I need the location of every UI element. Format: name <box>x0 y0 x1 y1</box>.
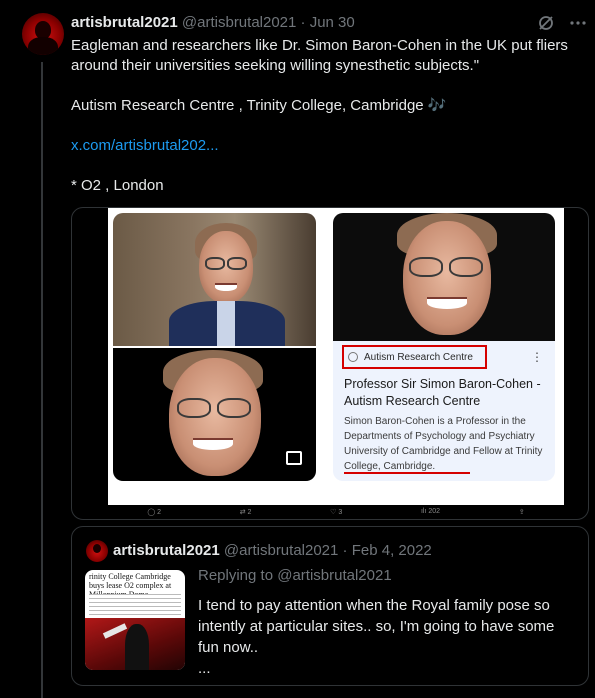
smile <box>215 283 237 291</box>
avatar-silhouette-body <box>28 37 58 55</box>
glasses <box>449 257 483 277</box>
quote-thumbnail[interactable]: rinity College Cambridge buys lease O2 c… <box>85 570 185 670</box>
shirt <box>217 301 235 346</box>
grok-icon[interactable] <box>537 14 555 37</box>
quote-line: intently at particular sites.. so, I'm g… <box>198 618 555 635</box>
stat-replies: ◯ 2 <box>147 509 162 516</box>
quoted-tweet[interactable]: artisbrutal2021 @artisbrutal2021 · Feb 4… <box>71 526 589 686</box>
quote-author-name[interactable]: artisbrutal2021 <box>113 542 220 559</box>
tweet-line: Eagleman and researchers like Dr. Simon … <box>71 37 568 54</box>
quote-line: fun now.. <box>198 639 259 656</box>
avatar-silhouette-head <box>93 544 101 553</box>
source-label: Autism Research Centre <box>364 351 473 363</box>
tweet-line <box>71 156 587 176</box>
tweet-date[interactable]: · Jun 30 <box>301 14 355 31</box>
tweet-line <box>71 116 587 136</box>
tweet-header-actions <box>537 14 587 37</box>
quote-author-avatar[interactable] <box>86 540 108 562</box>
tweet-line: around their universities seeking willin… <box>71 57 480 74</box>
thumbnail-person <box>125 624 149 670</box>
photo-portrait-search <box>333 213 555 341</box>
stat-likes: ♡ 3 <box>330 509 343 516</box>
face <box>403 221 491 335</box>
smile <box>193 438 233 450</box>
tweet-line <box>71 76 587 96</box>
photo-portrait-closeup <box>113 348 316 481</box>
stat-reposts: ⇄ 2 <box>239 509 252 516</box>
author-avatar[interactable] <box>22 13 64 55</box>
stat-share: ⇪ <box>518 509 525 516</box>
glasses <box>177 398 211 418</box>
source-highlight-box: Autism Research Centre <box>342 345 487 369</box>
card-title: Professor Sir Simon Baron-Cohen - Autism… <box>344 377 541 408</box>
quote-date[interactable]: · Feb 4, 2022 <box>343 542 432 559</box>
card-description: Simon Baron-Cohen is a Professor in the … <box>344 416 543 472</box>
face <box>169 358 261 476</box>
tweet-media[interactable]: Autism Research Centre ⋮ Professor Sir S… <box>71 207 589 520</box>
stat-views: ılı 202 <box>420 508 441 515</box>
quote-line: I tend to pay attention when the Royal f… <box>198 597 550 614</box>
search-result-card: Autism Research Centre ⋮ Professor Sir S… <box>333 341 555 481</box>
replying-to: Replying to @artisbrutal2021 <box>198 567 392 584</box>
glasses <box>227 257 247 270</box>
screenshot-stats-row: ◯ 2 ⇄ 2 ♡ 3 ılı 202 ⇪ <box>108 508 564 516</box>
tweet-body: Eagleman and researchers like Dr. Simon … <box>71 36 587 196</box>
card-more-icon: ⋮ <box>531 350 543 364</box>
more-dots-icon[interactable] <box>569 14 587 37</box>
media-screenshot: Autism Research Centre ⋮ Professor Sir S… <box>108 208 564 505</box>
thread-line <box>41 62 43 698</box>
tweet-header: artisbrutal2021 @artisbrutal2021 · Jun 3… <box>71 14 355 31</box>
glasses <box>409 257 443 277</box>
gallery-icon[interactable] <box>286 451 302 465</box>
red-underline <box>344 472 470 474</box>
photo-portrait-suit <box>113 213 316 346</box>
quote-body: I tend to pay attention when the Royal f… <box>198 595 578 679</box>
glasses <box>205 257 225 270</box>
quote-header: artisbrutal2021 @artisbrutal2021 · Feb 4… <box>113 542 432 559</box>
globe-icon <box>348 352 358 362</box>
author-name[interactable]: artisbrutal2021 <box>71 14 178 31</box>
tweet-link[interactable]: x.com/artisbrutal202... <box>71 136 587 156</box>
tweet-line: Autism Research Centre , Trinity College… <box>71 97 447 114</box>
glasses <box>217 398 251 418</box>
author-handle[interactable]: @artisbrutal2021 <box>182 14 296 31</box>
quote-line: ... <box>198 660 211 677</box>
thumbnail-article-lines <box>89 594 181 616</box>
quote-author-handle[interactable]: @artisbrutal2021 <box>224 542 338 559</box>
tweet-line: * O2 , London <box>71 177 164 194</box>
smile <box>427 297 467 309</box>
